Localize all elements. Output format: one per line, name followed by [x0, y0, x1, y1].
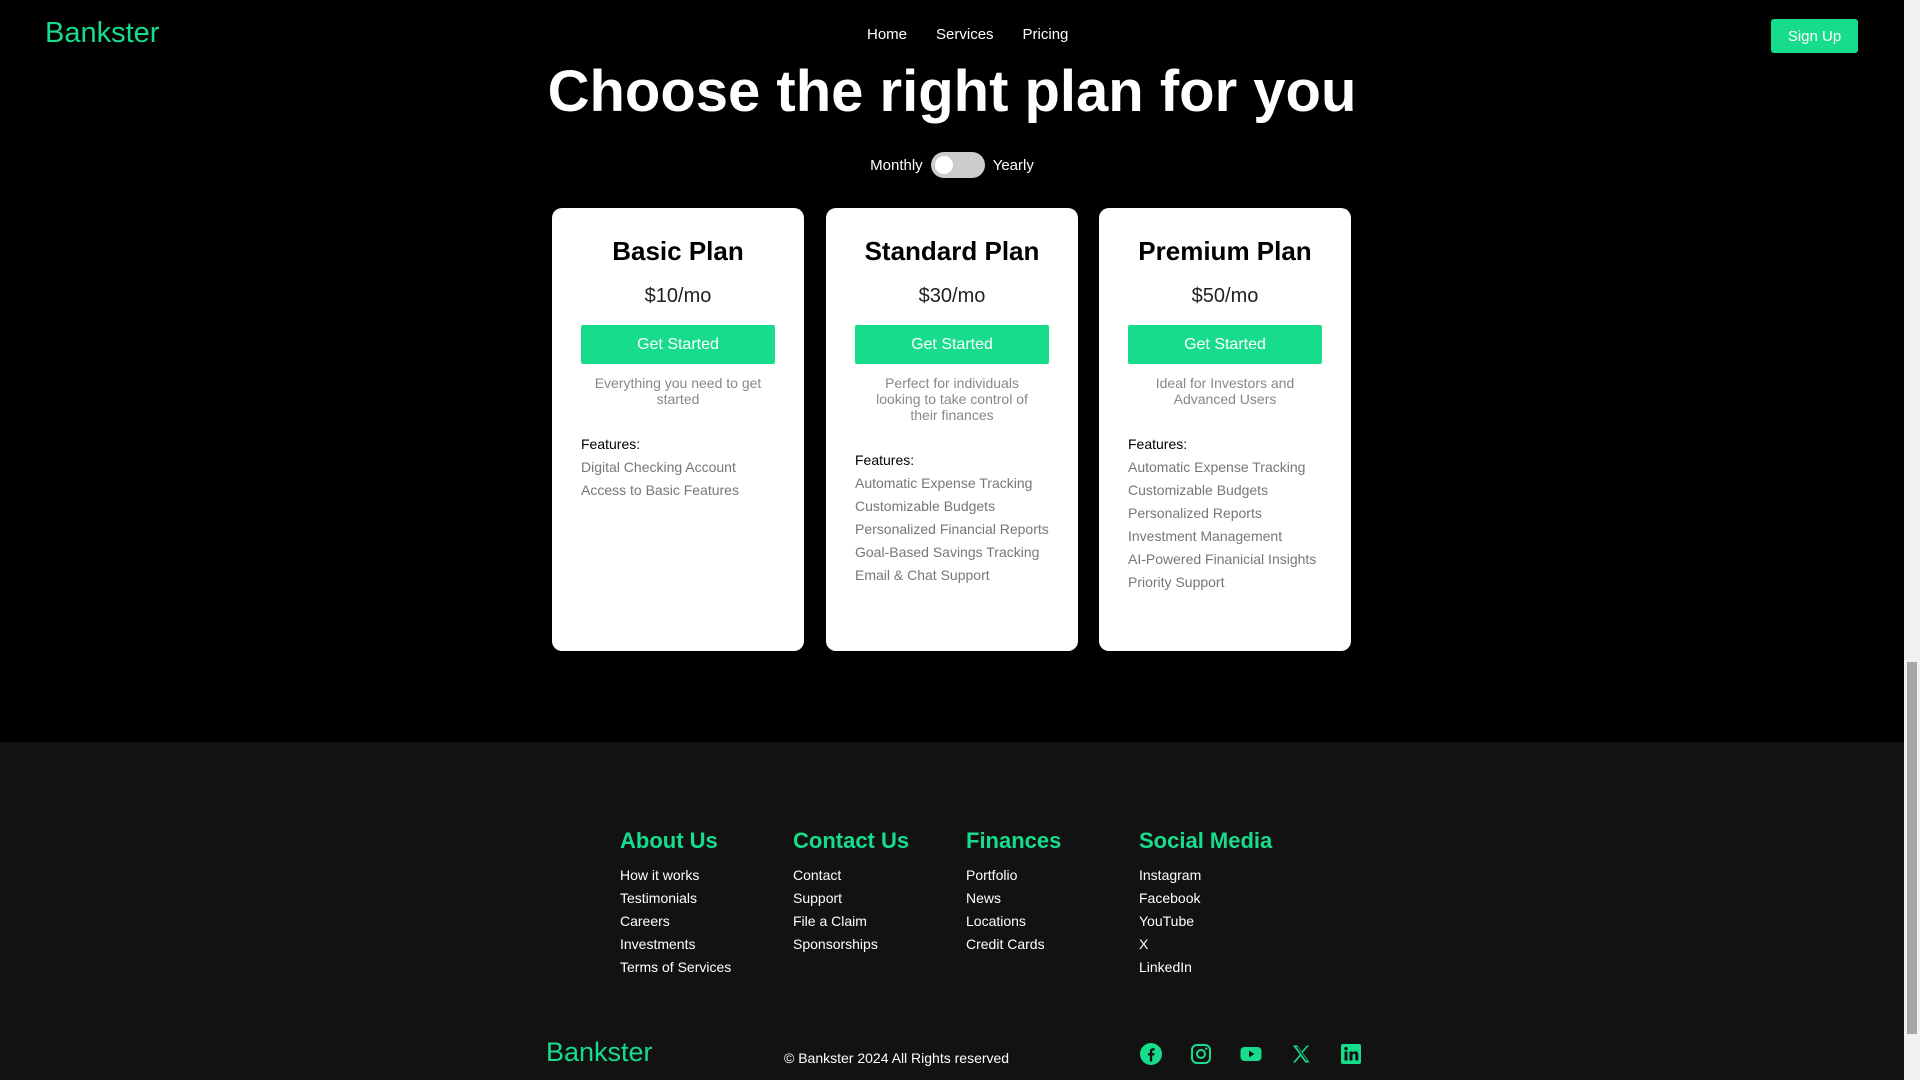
footer-link[interactable]: Contact — [793, 867, 909, 883]
footer-link[interactable]: File a Claim — [793, 913, 909, 929]
footer-column-finances: Finances Portfolio News Locations Credit… — [966, 828, 1061, 959]
scrollbar[interactable] — [1904, 0, 1920, 1080]
scrollbar-thumb[interactable] — [1907, 662, 1917, 1034]
plan-description: Everything you need to get started — [594, 375, 762, 407]
footer-link[interactable]: YouTube — [1139, 913, 1272, 929]
plan-price: $30/mo — [918, 285, 986, 307]
feature-item: Customizable Budgets — [1128, 482, 1269, 498]
feature-item: Customizable Budgets — [855, 498, 996, 514]
footer-link[interactable]: Sponsorships — [793, 936, 909, 952]
feature-item: Access to Basic Features — [581, 482, 739, 498]
footer: About Us How it works Testimonials Caree… — [0, 742, 1904, 1080]
footer-column-about: About Us How it works Testimonials Caree… — [620, 828, 731, 982]
footer-link[interactable]: Support — [793, 890, 909, 906]
feature-item: Automatic Expense Tracking — [855, 475, 1033, 491]
plan-price: $10/mo — [644, 285, 712, 307]
feature-item: Email & Chat Support — [855, 567, 990, 583]
youtube-icon[interactable] — [1239, 1042, 1263, 1066]
features-list: Automatic Expense Tracking Customizable … — [1128, 459, 1322, 590]
x-icon[interactable] — [1289, 1042, 1313, 1066]
sign-up-button[interactable]: Sign Up — [1771, 19, 1858, 53]
footer-link[interactable]: Careers — [620, 913, 731, 929]
footer-heading: Social Media — [1139, 828, 1273, 853]
feature-item: Digital Checking Account — [581, 459, 736, 475]
get-started-button[interactable]: Get Started — [1128, 325, 1322, 364]
features-label: Features: — [581, 436, 641, 452]
page: Choose the right plan for you Bankster H… — [0, 0, 1904, 1080]
footer-link[interactable]: LinkedIn — [1139, 959, 1272, 975]
plan-description: Ideal for Investors and Advanced Users — [1155, 375, 1295, 407]
feature-item: Priority Support — [1128, 574, 1225, 590]
instagram-icon[interactable] — [1189, 1042, 1213, 1066]
footer-link[interactable]: Portfolio — [966, 867, 1061, 883]
footer-heading: About Us — [620, 828, 718, 853]
navbar: Bankster Home Services Pricing Sign Up — [0, 0, 1904, 72]
feature-item: Investment Management — [1128, 528, 1283, 544]
linkedin-icon[interactable] — [1339, 1042, 1363, 1066]
features-list: Digital Checking Account Access to Basic… — [581, 459, 775, 498]
plan-description: Perfect for individuals looking to take … — [876, 375, 1028, 423]
plan-card-standard: Standard Plan $30/mo Get Started Perfect… — [826, 208, 1078, 651]
nav-links: Home Services Pricing — [867, 26, 1068, 43]
features-label: Features: — [1128, 436, 1188, 452]
features-list: Automatic Expense Tracking Customizable … — [855, 475, 1049, 583]
plan-card-premium: Premium Plan $50/mo Get Started Ideal fo… — [1099, 208, 1351, 651]
feature-item: Automatic Expense Tracking — [1128, 459, 1306, 475]
billing-toggle: Monthly Yearly — [0, 152, 1904, 178]
footer-link[interactable]: How it works — [620, 867, 731, 883]
plan-price: $50/mo — [1191, 285, 1259, 307]
footer-link[interactable]: X — [1139, 936, 1272, 952]
brand-logo[interactable]: Bankster — [45, 17, 159, 50]
footer-link[interactable]: Testimonials — [620, 890, 731, 906]
footer-heading: Contact Us — [793, 828, 910, 853]
footer-link[interactable]: Locations — [966, 913, 1061, 929]
footer-column-social: Social Media Instagram Facebook YouTube … — [1139, 828, 1272, 982]
plan-card-basic: Basic Plan $10/mo Get Started Everything… — [552, 208, 804, 651]
footer-link[interactable]: Facebook — [1139, 890, 1272, 906]
footer-link[interactable]: Terms of Services — [620, 959, 731, 975]
get-started-button[interactable]: Get Started — [581, 325, 775, 364]
monthly-label: Monthly — [870, 156, 923, 174]
footer-logo[interactable]: Bankster — [546, 1037, 653, 1068]
features-label: Features: — [855, 452, 915, 468]
footer-link[interactable]: Investments — [620, 936, 731, 952]
footer-link[interactable]: Credit Cards — [966, 936, 1061, 952]
footer-heading: Finances — [966, 828, 1062, 853]
get-started-button[interactable]: Get Started — [855, 325, 1049, 364]
footer-link[interactable]: News — [966, 890, 1061, 906]
plan-name: Basic Plan — [612, 236, 744, 266]
footer-link[interactable]: Instagram — [1139, 867, 1272, 883]
nav-link-home[interactable]: Home — [867, 26, 907, 43]
feature-item: Personalized Reports — [1128, 505, 1262, 521]
nav-link-services[interactable]: Services — [936, 26, 994, 43]
yearly-label: Yearly — [992, 156, 1034, 174]
social-icons — [1139, 1042, 1363, 1066]
facebook-icon[interactable] — [1139, 1042, 1163, 1066]
switch-knob — [934, 156, 953, 174]
feature-item: Personalized Financial Reports — [855, 521, 1049, 537]
feature-item: Goal-Based Savings Tracking — [855, 544, 1040, 560]
copyright-text: © Bankster 2024 All Rights reserved — [784, 1050, 1010, 1066]
feature-item: AI-Powered Finanicial Insights — [1128, 551, 1317, 567]
nav-link-pricing[interactable]: Pricing — [1023, 26, 1069, 43]
plan-name: Premium Plan — [1138, 236, 1312, 266]
footer-column-contact: Contact Us Contact Support File a Claim … — [793, 828, 909, 959]
billing-switch[interactable] — [930, 152, 985, 178]
plan-name: Standard Plan — [864, 236, 1040, 266]
